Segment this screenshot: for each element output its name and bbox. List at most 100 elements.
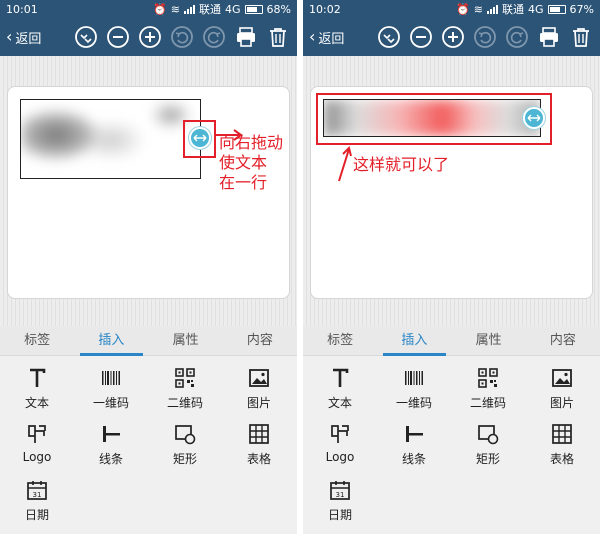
insert-rectangle-button[interactable]: 矩形 xyxy=(451,420,525,472)
annotation-text: 向右拖动 使文本 在一行 xyxy=(219,133,283,193)
logo-icon xyxy=(0,420,74,448)
editor-toolbar: ‹ 返回 xyxy=(303,18,600,56)
insert-item-label: 表格 xyxy=(246,452,271,466)
status-network: 4G xyxy=(528,2,544,16)
insert-item-label: 矩形 xyxy=(172,452,197,466)
zoom-out-icon[interactable] xyxy=(105,24,131,50)
insert-grid: 文本 一维码 二维码 图片 Logo 线条 矩形 表格 31 日期 xyxy=(303,356,600,534)
phone-screen-after: 10:02 ⏰ ≋ 联通 4G 67% ‹ 返回 这样就可以了 标签 插入 属性… xyxy=(303,0,600,534)
phone-screen-before: 10:01 ⏰ ≋ 联通 4G 68% ‹ 返回 向右拖动 使文本 在一行 标签… xyxy=(0,0,297,534)
logo-icon xyxy=(303,420,377,448)
tab-content[interactable]: 内容 xyxy=(223,326,297,355)
zoom-in-icon[interactable] xyxy=(440,24,466,50)
barcode-icon xyxy=(74,364,148,392)
align-icon[interactable] xyxy=(376,24,402,50)
insert-text-button[interactable]: 文本 xyxy=(303,364,377,416)
insert-logo-button[interactable]: Logo xyxy=(0,420,74,472)
trash-icon[interactable] xyxy=(265,24,291,50)
text-icon xyxy=(303,364,377,392)
annotation-text: 这样就可以了 xyxy=(353,155,449,175)
qrcode-icon xyxy=(451,364,525,392)
insert-table-button[interactable]: 表格 xyxy=(525,420,599,472)
insert-date-button[interactable]: 31 日期 xyxy=(0,476,74,528)
status-battery: 67% xyxy=(569,2,594,16)
label-card: 向右拖动 使文本 在一行 xyxy=(7,86,290,299)
annotation-line: 向右拖动 xyxy=(219,133,284,152)
barcode-icon xyxy=(377,364,451,392)
text-element-box[interactable] xyxy=(20,99,201,179)
panel-tabs: 标签 插入 属性 内容 xyxy=(303,326,600,356)
tab-properties[interactable]: 属性 xyxy=(452,326,526,355)
tab-insert[interactable]: 插入 xyxy=(74,326,148,356)
insert-barcode-button[interactable]: 一维码 xyxy=(377,364,451,416)
calendar-icon: 31 xyxy=(303,476,377,504)
insert-item-label: 矩形 xyxy=(475,452,500,466)
annotation-line: 在一行 xyxy=(219,173,268,192)
line-icon xyxy=(377,420,451,448)
line-icon xyxy=(74,420,148,448)
status-carrier: 联通 xyxy=(502,3,525,16)
tab-insert[interactable]: 插入 xyxy=(377,326,451,356)
insert-image-button[interactable]: 图片 xyxy=(222,364,296,416)
insert-item-label: 线条 xyxy=(401,452,426,466)
insert-table-button[interactable]: 表格 xyxy=(222,420,296,472)
rectangle-icon xyxy=(451,420,525,448)
back-button[interactable]: ‹ 返回 xyxy=(309,28,370,47)
undo-icon[interactable] xyxy=(169,24,195,50)
label-card: 这样就可以了 xyxy=(310,86,593,299)
chevron-left-icon: ‹ xyxy=(6,27,13,46)
insert-item-label: 表格 xyxy=(549,452,574,466)
alarm-icon: ⏰ xyxy=(153,2,167,16)
insert-item-label: 二维码 xyxy=(166,396,203,410)
battery-icon xyxy=(244,4,263,14)
zoom-in-icon[interactable] xyxy=(137,24,163,50)
insert-item-label: 一维码 xyxy=(395,396,432,410)
insert-item-label: 文本 xyxy=(24,396,49,410)
signal-icon xyxy=(184,4,196,14)
insert-image-button[interactable]: 图片 xyxy=(525,364,599,416)
redo-icon[interactable] xyxy=(201,24,227,50)
print-icon[interactable] xyxy=(233,24,259,50)
insert-item-label: 图片 xyxy=(549,396,574,410)
redo-icon[interactable] xyxy=(504,24,530,50)
print-icon[interactable] xyxy=(536,24,562,50)
insert-item-label: 日期 xyxy=(327,508,352,522)
table-icon xyxy=(222,420,296,448)
qrcode-icon xyxy=(148,364,222,392)
panel-tabs: 标签 插入 属性 内容 xyxy=(0,326,297,356)
signal-icon xyxy=(487,4,499,14)
insert-barcode-button[interactable]: 一维码 xyxy=(74,364,148,416)
back-button[interactable]: ‹ 返回 xyxy=(6,28,67,47)
editor-toolbar: ‹ 返回 xyxy=(0,18,297,56)
svg-text:31: 31 xyxy=(336,491,345,499)
tab-label[interactable]: 标签 xyxy=(0,326,74,355)
insert-logo-button[interactable]: Logo xyxy=(303,420,377,472)
insert-date-button[interactable]: 31 日期 xyxy=(303,476,377,528)
alarm-icon: ⏰ xyxy=(456,2,470,16)
insert-item-label: 线条 xyxy=(98,452,123,466)
align-icon[interactable] xyxy=(73,24,99,50)
insert-item-label: 文本 xyxy=(327,396,352,410)
insert-line-button[interactable]: 线条 xyxy=(74,420,148,472)
zoom-out-icon[interactable] xyxy=(408,24,434,50)
tab-properties[interactable]: 属性 xyxy=(149,326,223,355)
insert-line-button[interactable]: 线条 xyxy=(377,420,451,472)
insert-rectangle-button[interactable]: 矩形 xyxy=(148,420,222,472)
insert-item-label: Logo xyxy=(22,450,52,464)
back-label: 返回 xyxy=(15,31,42,47)
status-bar: 10:01 ⏰ ≋ 联通 4G 68% xyxy=(0,0,297,18)
insert-text-button[interactable]: 文本 xyxy=(0,364,74,416)
wifi-icon: ≋ xyxy=(473,2,484,16)
status-time: 10:02 xyxy=(309,2,341,16)
undo-icon[interactable] xyxy=(472,24,498,50)
insert-qrcode-button[interactable]: 二维码 xyxy=(148,364,222,416)
tab-label[interactable]: 标签 xyxy=(303,326,377,355)
status-time: 10:01 xyxy=(6,2,38,16)
insert-qrcode-button[interactable]: 二维码 xyxy=(451,364,525,416)
status-bar: 10:02 ⏰ ≋ 联通 4G 67% xyxy=(303,0,600,18)
tab-content[interactable]: 内容 xyxy=(526,326,600,355)
chevron-left-icon: ‹ xyxy=(309,27,316,46)
trash-icon[interactable] xyxy=(568,24,594,50)
calendar-icon: 31 xyxy=(0,476,74,504)
svg-text:31: 31 xyxy=(33,491,42,499)
